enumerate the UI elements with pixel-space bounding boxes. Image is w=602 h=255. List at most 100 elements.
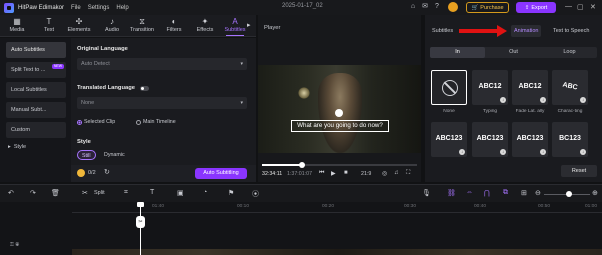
zoom-slider-knob[interactable] [566, 191, 572, 197]
magnet-icon[interactable]: ⋂ [484, 189, 490, 197]
undo-icon[interactable]: ↶ [8, 189, 14, 197]
snap-icon[interactable]: ⇔ [466, 189, 473, 196]
marker-icon[interactable]: ⚑ [228, 189, 234, 197]
aspect-ratio-select[interactable]: 21:9 [361, 171, 371, 177]
sidebar-item-style[interactable]: ▸ Style [8, 144, 26, 150]
animation-card-typing[interactable]: ABC12 ↓ [472, 70, 508, 105]
caption-text-box[interactable]: What are you going to do now? [291, 120, 389, 132]
sidebar-item-manual-subtitles[interactable]: Manual Subt... [6, 102, 66, 118]
tool-label: Transition [130, 27, 154, 33]
playhead-line [140, 202, 141, 255]
delete-icon[interactable]: 🗑 [51, 189, 60, 197]
gift-icon[interactable]: ⌂ [409, 3, 417, 11]
redo-icon[interactable]: ↷ [30, 189, 36, 197]
minimize-icon[interactable]: — [565, 3, 572, 10]
caption-rotate-handle[interactable] [335, 109, 343, 117]
timeline[interactable]: 01:40 00:10 00:20 00:30 00:40 00:50 01:0… [0, 202, 602, 255]
menu-help[interactable]: Help [116, 5, 128, 11]
card-label: Fade Lat. ally [515, 109, 545, 114]
prev-frame-icon[interactable]: ⏮ [319, 170, 324, 177]
translate-toggle[interactable] [140, 86, 149, 91]
tab-subtitles[interactable]: Subtitles [429, 25, 456, 37]
animation-card-character[interactable]: ABC ↓ [552, 70, 588, 105]
tool-audio[interactable]: ♪ Audio [99, 17, 125, 33]
sidebar-item-custom[interactable]: Custom [6, 122, 66, 138]
link-icon[interactable]: ⛓ [447, 189, 456, 197]
tool-filters[interactable]: ◐ Filters [161, 17, 187, 33]
track-lock-icon[interactable]: ⚿ ◉ [10, 242, 19, 248]
scrubber-knob[interactable] [299, 162, 306, 168]
radio-main-timeline[interactable]: Main Timeline [136, 119, 176, 125]
style-title: Style [77, 139, 91, 145]
tool-text[interactable]: T Text [36, 17, 62, 33]
tool-elements[interactable]: ✣ Elements [66, 17, 92, 33]
mail-icon[interactable]: ✉ [421, 3, 429, 11]
volume-icon[interactable]: ♫ [394, 170, 399, 176]
translated-language-select[interactable]: None ▾ [77, 97, 247, 109]
segment-in[interactable]: In [430, 47, 485, 58]
segment-loop[interactable]: Loop [542, 47, 597, 58]
chevron-right-icon[interactable]: ▸ [247, 21, 251, 29]
download-icon: ↓ [540, 149, 546, 155]
media-icon: ▦ [13, 17, 21, 26]
stop-icon[interactable]: ■ [344, 170, 348, 176]
sidebar-item-split-text[interactable]: Split Text to ... NEW [6, 62, 66, 78]
zoom-out-icon[interactable]: ⊖ [535, 189, 541, 197]
animation-card[interactable]: ABC123 ↓ [472, 122, 508, 157]
style-tab-still[interactable]: Still [77, 150, 96, 160]
playhead-top[interactable] [137, 202, 144, 207]
split-icon[interactable]: ✂ [82, 189, 88, 197]
segment-out[interactable]: Out [486, 47, 541, 58]
tool-transition[interactable]: ⧖ Transition [129, 17, 155, 33]
text-box-icon[interactable]: T [150, 189, 154, 196]
fit-icon[interactable]: ⊞ [521, 189, 527, 197]
card-sample: ABC123 [476, 135, 504, 142]
export-button[interactable]: ⇪ Export [516, 2, 556, 13]
audio-icon: ♪ [110, 17, 114, 26]
microphone-icon[interactable]: 🎙 [422, 189, 431, 197]
radio-selected-clip[interactable]: Selected Clip [77, 119, 115, 125]
tool-label: Filters [166, 27, 182, 33]
video-track-clip[interactable] [72, 249, 602, 255]
style-tab-dynamic[interactable]: Dynamic [100, 150, 129, 160]
tab-text-to-speech[interactable]: Text to Speech [550, 25, 592, 37]
ripple-icon[interactable]: ⧉ [503, 189, 508, 197]
avatar[interactable] [448, 2, 458, 12]
close-icon[interactable]: ✕ [590, 3, 596, 11]
animation-card[interactable]: ABC123 ↓ [431, 122, 467, 157]
chevron-down-icon: ▾ [240, 100, 243, 106]
filters-icon: ◐ [171, 17, 177, 26]
reset-button[interactable]: Reset [561, 165, 597, 177]
download-icon: ↓ [580, 149, 586, 155]
tool-subtitles[interactable]: A Subtitles [222, 17, 248, 36]
tool-media[interactable]: ▦ Media [4, 17, 30, 33]
speed-icon[interactable]: ◔ [203, 189, 207, 196]
refresh-icon[interactable]: ↻ [104, 168, 110, 176]
sidebar-item-auto-subtitles[interactable]: Auto Subtitles [6, 42, 66, 58]
sidebar-item-local-subtitles[interactable]: Local Subtitles [6, 82, 66, 98]
playback-scrubber[interactable] [262, 162, 417, 168]
animation-card-fade[interactable]: ABC12 ↓ [512, 70, 548, 105]
animation-card[interactable]: ABC123 ↓ [512, 122, 548, 157]
purchase-button[interactable]: 🛒 Purchase [466, 2, 509, 13]
play-icon[interactable]: ▶ [331, 170, 336, 177]
tool-effects[interactable]: ✦ Effects [192, 17, 218, 33]
snapshot-icon[interactable]: ◎ [382, 170, 387, 177]
help-icon[interactable]: ? [433, 3, 441, 11]
auto-subtitling-button[interactable]: Auto Subtitling [195, 168, 247, 179]
original-language-select[interactable]: Auto Detect ▾ [77, 58, 247, 70]
animation-card-none[interactable] [431, 70, 467, 105]
split-label[interactable]: Split [94, 190, 105, 196]
record-icon[interactable]: ⦿ [252, 189, 259, 199]
effects-icon: ✦ [201, 17, 209, 26]
maximize-icon[interactable]: ▢ [577, 3, 584, 11]
playhead-scissors-icon[interactable]: ✂ [136, 216, 145, 228]
fullscreen-icon[interactable]: ⛶ [406, 170, 410, 177]
menu-file[interactable]: File [71, 5, 81, 11]
zoom-in-icon[interactable]: ⊕ [592, 189, 598, 197]
animation-card[interactable]: BC123 ↓ [552, 122, 588, 157]
tab-animation[interactable]: Animation [511, 25, 542, 37]
menu-settings[interactable]: Settings [88, 5, 110, 11]
freeze-icon[interactable]: ▣ [177, 189, 184, 197]
crop-icon[interactable]: ⌗ [124, 189, 128, 197]
